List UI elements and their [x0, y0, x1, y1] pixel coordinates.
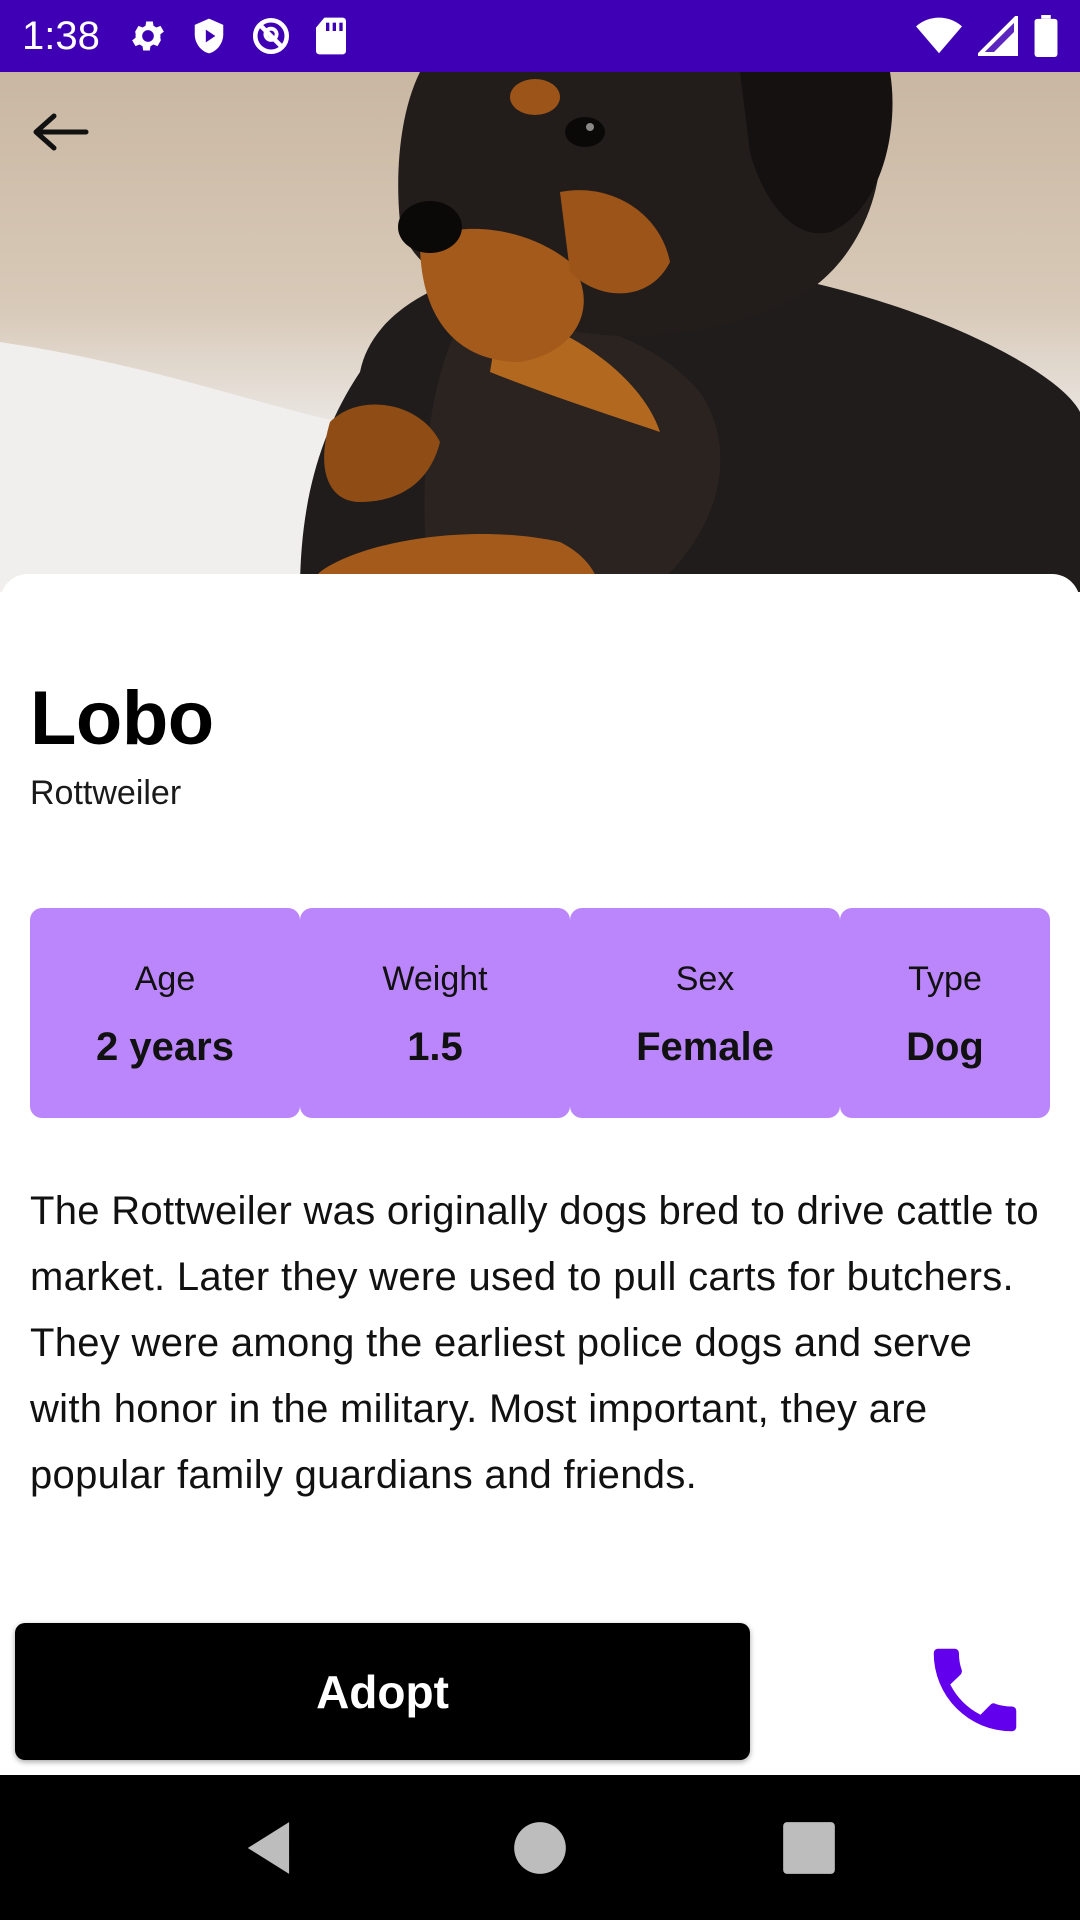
status-bar: 1:38 [0, 0, 1080, 72]
stat-value: Dog [906, 1025, 984, 1069]
nav-back-button[interactable] [240, 1817, 302, 1879]
stat-label: Type [908, 960, 982, 998]
system-nav-bar [0, 1775, 1080, 1920]
arrow-left-icon [33, 113, 89, 151]
pet-name: Lobo [30, 676, 214, 761]
settings-icon [128, 16, 168, 56]
back-button[interactable] [30, 112, 114, 196]
pet-description: The Rottweiler was originally dogs bred … [30, 1189, 1039, 1497]
signal-icon [978, 16, 1018, 56]
square-recents-icon [783, 1822, 835, 1874]
nav-recents-button[interactable] [778, 1817, 840, 1879]
pet-breed: Rottweiler [30, 774, 182, 812]
stat-label: Weight [382, 960, 488, 998]
battery-icon [1034, 15, 1058, 57]
sd-card-icon [314, 16, 348, 56]
pet-stats: Age 2 years Weight 1.5 Sex Female Type D… [30, 908, 1050, 1118]
nav-home-button[interactable] [509, 1817, 571, 1879]
play-protect-icon [190, 16, 228, 56]
phone-icon [933, 1648, 1017, 1732]
stat-weight: Weight 1.5 [300, 908, 570, 1118]
stat-value: 2 years [96, 1025, 234, 1069]
call-button[interactable] [910, 1625, 1040, 1755]
stat-type: Type Dog [840, 908, 1050, 1118]
status-icons-left [128, 15, 348, 57]
stat-label: Age [134, 960, 196, 998]
status-icons-right [916, 15, 1058, 57]
stat-value: Female [636, 1025, 774, 1069]
status-time: 1:38 [22, 13, 100, 58]
pet-photo [0, 72, 1080, 592]
circle-home-icon [514, 1822, 566, 1874]
triangle-back-icon [247, 1822, 290, 1874]
adopt-button[interactable]: Adopt [15, 1623, 750, 1760]
stat-sex: Sex Female [570, 908, 840, 1118]
stat-label: Sex [675, 960, 735, 998]
stat-value: 1.5 [407, 1025, 463, 1069]
no-disturb-icon [250, 15, 292, 57]
rottweiler-puppy-photo [0, 72, 1080, 592]
wifi-icon [916, 16, 962, 56]
stat-age: Age 2 years [30, 908, 300, 1118]
